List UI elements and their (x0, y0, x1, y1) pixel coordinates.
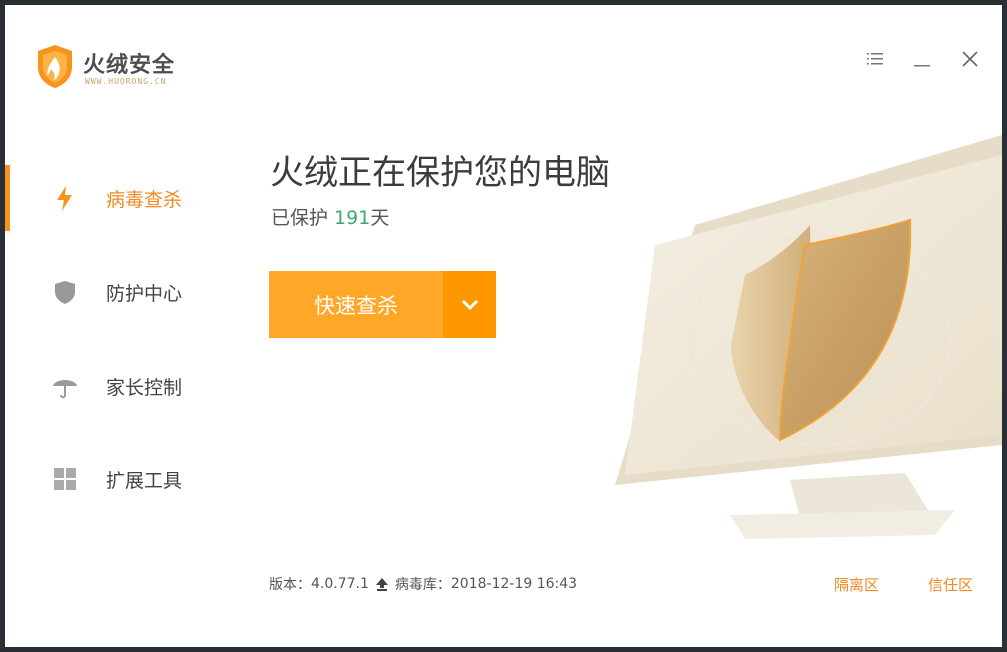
virusdb-label: 病毒库： (394, 577, 451, 593)
app-url: WWW.HUORONG.CN (85, 77, 167, 86)
protected-prefix: 已保护 (271, 207, 335, 229)
monitor-shield-illustration (615, 135, 1002, 539)
main-window: 火绒安全 WWW.HUORONG.CN 病毒查杀 防护中心 家长控制 扩展工具 … (5, 5, 1002, 647)
app-title: 火绒安全 (83, 53, 176, 78)
sidebar-item-parental-control[interactable]: 家长控制 (5, 356, 225, 416)
flame-shield-icon (38, 45, 72, 88)
status-footer: 版本： 4.0.77.1 病毒库： 2018-12-19 16:43 (269, 574, 577, 594)
sidebar-item-protection[interactable]: 防护中心 (5, 262, 225, 322)
trust-zone-link[interactable]: 信任区 (928, 574, 973, 595)
scan-options-dropdown[interactable] (443, 271, 496, 338)
page-title: 火绒正在保护您的电脑 (270, 153, 610, 193)
sidebar-item-label: 家长控制 (106, 377, 183, 399)
close-button[interactable] (956, 45, 984, 73)
version-label: 版本： (269, 577, 311, 593)
grid-icon (54, 468, 76, 490)
minimize-button[interactable] (908, 45, 936, 73)
quick-scan-button[interactable]: 快速查杀 (269, 271, 443, 338)
protected-days: 191 (334, 207, 371, 229)
sidebar-item-label: 病毒查杀 (106, 189, 183, 211)
umbrella-icon (53, 380, 77, 399)
sidebar-item-tools[interactable]: 扩展工具 (5, 449, 225, 509)
virusdb-date: 2018-12-19 16:43 (450, 576, 578, 592)
menu-icon (867, 53, 883, 65)
shield-icon (55, 281, 75, 304)
sidebar-item-label: 防护中心 (106, 283, 183, 305)
lightning-icon (57, 186, 72, 211)
app-logo: 火绒安全 WWW.HUORONG.CN (35, 43, 195, 95)
menu-button[interactable] (861, 45, 889, 73)
chevron-down-icon (461, 299, 478, 310)
close-icon (962, 51, 978, 67)
upload-icon[interactable] (375, 577, 389, 591)
quarantine-link[interactable]: 隔离区 (834, 574, 879, 595)
protected-suffix: 天 (370, 207, 390, 229)
protection-status: 已保护 191天 (271, 203, 389, 230)
minimize-icon (914, 65, 930, 67)
sidebar-item-label: 扩展工具 (106, 470, 183, 492)
version-value: 4.0.77.1 (311, 576, 369, 592)
sidebar-item-virus-scan[interactable]: 病毒查杀 (5, 168, 225, 228)
